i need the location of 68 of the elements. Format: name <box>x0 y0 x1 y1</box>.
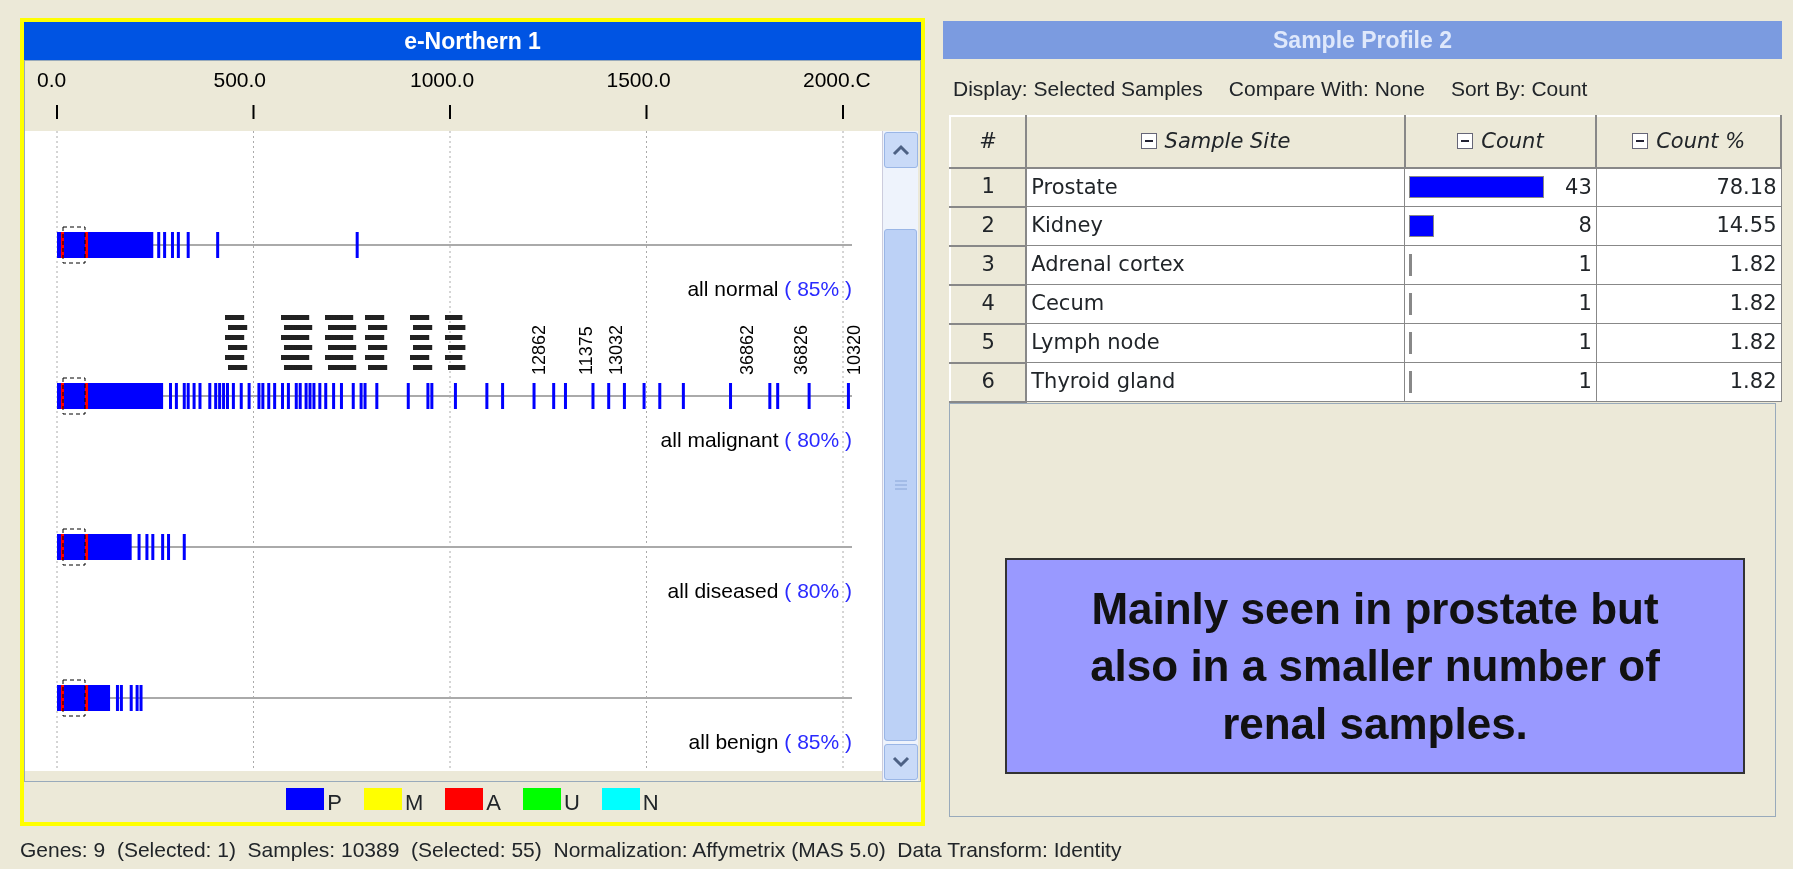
status-text: Genes: 9 (Selected: 1) Samples: 10389 (Selected: 55) Normalization: Affymetrix (MAS 5.0) Data Transform: Identity <box>19 837 1123 863</box>
row-label: all malignant ( 80% ) <box>660 428 852 451</box>
count-value: 1 <box>1578 329 1592 357</box>
count-value: 8 <box>1578 212 1592 240</box>
legend-label: N <box>642 789 659 815</box>
legend-label: M <box>404 789 424 815</box>
point-label: 10320 <box>844 324 864 375</box>
axis-tick-label: 2000.C <box>803 68 871 91</box>
table-cell: Thyroid gland <box>1026 362 1405 402</box>
count-bar <box>1409 215 1435 237</box>
count-bar <box>1409 254 1413 276</box>
display-option: Sort By: Count <box>1450 73 1588 105</box>
table-cell: Adrenal cortex <box>1026 245 1405 285</box>
scroll-up-button[interactable] <box>884 132 918 168</box>
table-cell: 1.82 <box>1596 284 1781 324</box>
count-value: 43 <box>1565 173 1592 201</box>
table-cell: 78.18 <box>1596 167 1781 207</box>
point-label: 13032 <box>606 324 626 375</box>
display-option: Display: Selected Samples <box>953 73 1203 105</box>
column-header[interactable]: Count <box>1404 115 1597 168</box>
row-number: 3 <box>950 245 1027 285</box>
table-cell: 1.82 <box>1596 323 1781 363</box>
count-bar <box>1409 371 1413 393</box>
table-cell: 14.55 <box>1596 206 1781 246</box>
axis-tick-label: 1000.0 <box>410 68 475 91</box>
scroll-down-button[interactable] <box>884 744 918 780</box>
table-cell: Kidney <box>1026 206 1405 246</box>
count-value: 1 <box>1578 290 1592 318</box>
display-option: Compare With: None <box>1228 73 1425 105</box>
collapse-icon <box>1140 132 1157 149</box>
axis-tick-label: 500.0 <box>213 68 267 91</box>
point-label: 36826 <box>791 324 811 375</box>
row-number: 4 <box>950 284 1027 324</box>
chevron-up-icon <box>892 144 910 156</box>
collapse-icon <box>1632 132 1649 149</box>
row-number: 1 <box>950 167 1027 207</box>
column-header[interactable]: # <box>950 115 1027 168</box>
row-number: 6 <box>950 362 1027 402</box>
count-bar <box>1409 293 1413 315</box>
table-cell: Prostate <box>1026 167 1405 207</box>
legend-label: A <box>486 789 501 815</box>
callout-note: Mainly seen in prostate but also in a smaller number of renal samples. <box>1005 558 1745 774</box>
table-cell: 1.82 <box>1596 362 1781 402</box>
count-value: 1 <box>1578 368 1592 396</box>
chevron-down-icon <box>892 756 910 768</box>
column-header[interactable]: Sample Site <box>1026 115 1405 168</box>
collapse-icon <box>1457 132 1474 149</box>
table-cell: Cecum <box>1026 284 1405 324</box>
axis-tick-label: 0.0 <box>37 68 67 91</box>
point-label: 36862 <box>737 324 757 375</box>
table-cell: 1.82 <box>1596 245 1781 285</box>
axis-tick-label: 1500.0 <box>606 68 671 91</box>
panel-title: Sample Profile 2 <box>943 21 1782 59</box>
row-number: 2 <box>950 206 1027 246</box>
scrollbar-thumb[interactable] <box>884 229 917 741</box>
column-header[interactable]: Count % <box>1596 115 1781 168</box>
count-value: 1 <box>1578 251 1592 279</box>
point-label: 12862 <box>529 324 549 375</box>
row-label: all benign ( 85% ) <box>688 730 852 753</box>
row-label: all normal ( 85% ) <box>687 277 852 300</box>
panel-title: e-Northern 1 <box>24 22 921 60</box>
table-cell: Lymph node <box>1026 323 1405 363</box>
row-number: 5 <box>950 323 1027 363</box>
point-label: 11375 <box>576 326 596 375</box>
legend-label: P <box>327 789 342 815</box>
count-bar <box>1409 332 1413 354</box>
row-label: all diseased ( 80% ) <box>667 579 852 602</box>
legend-label: U <box>563 789 580 815</box>
